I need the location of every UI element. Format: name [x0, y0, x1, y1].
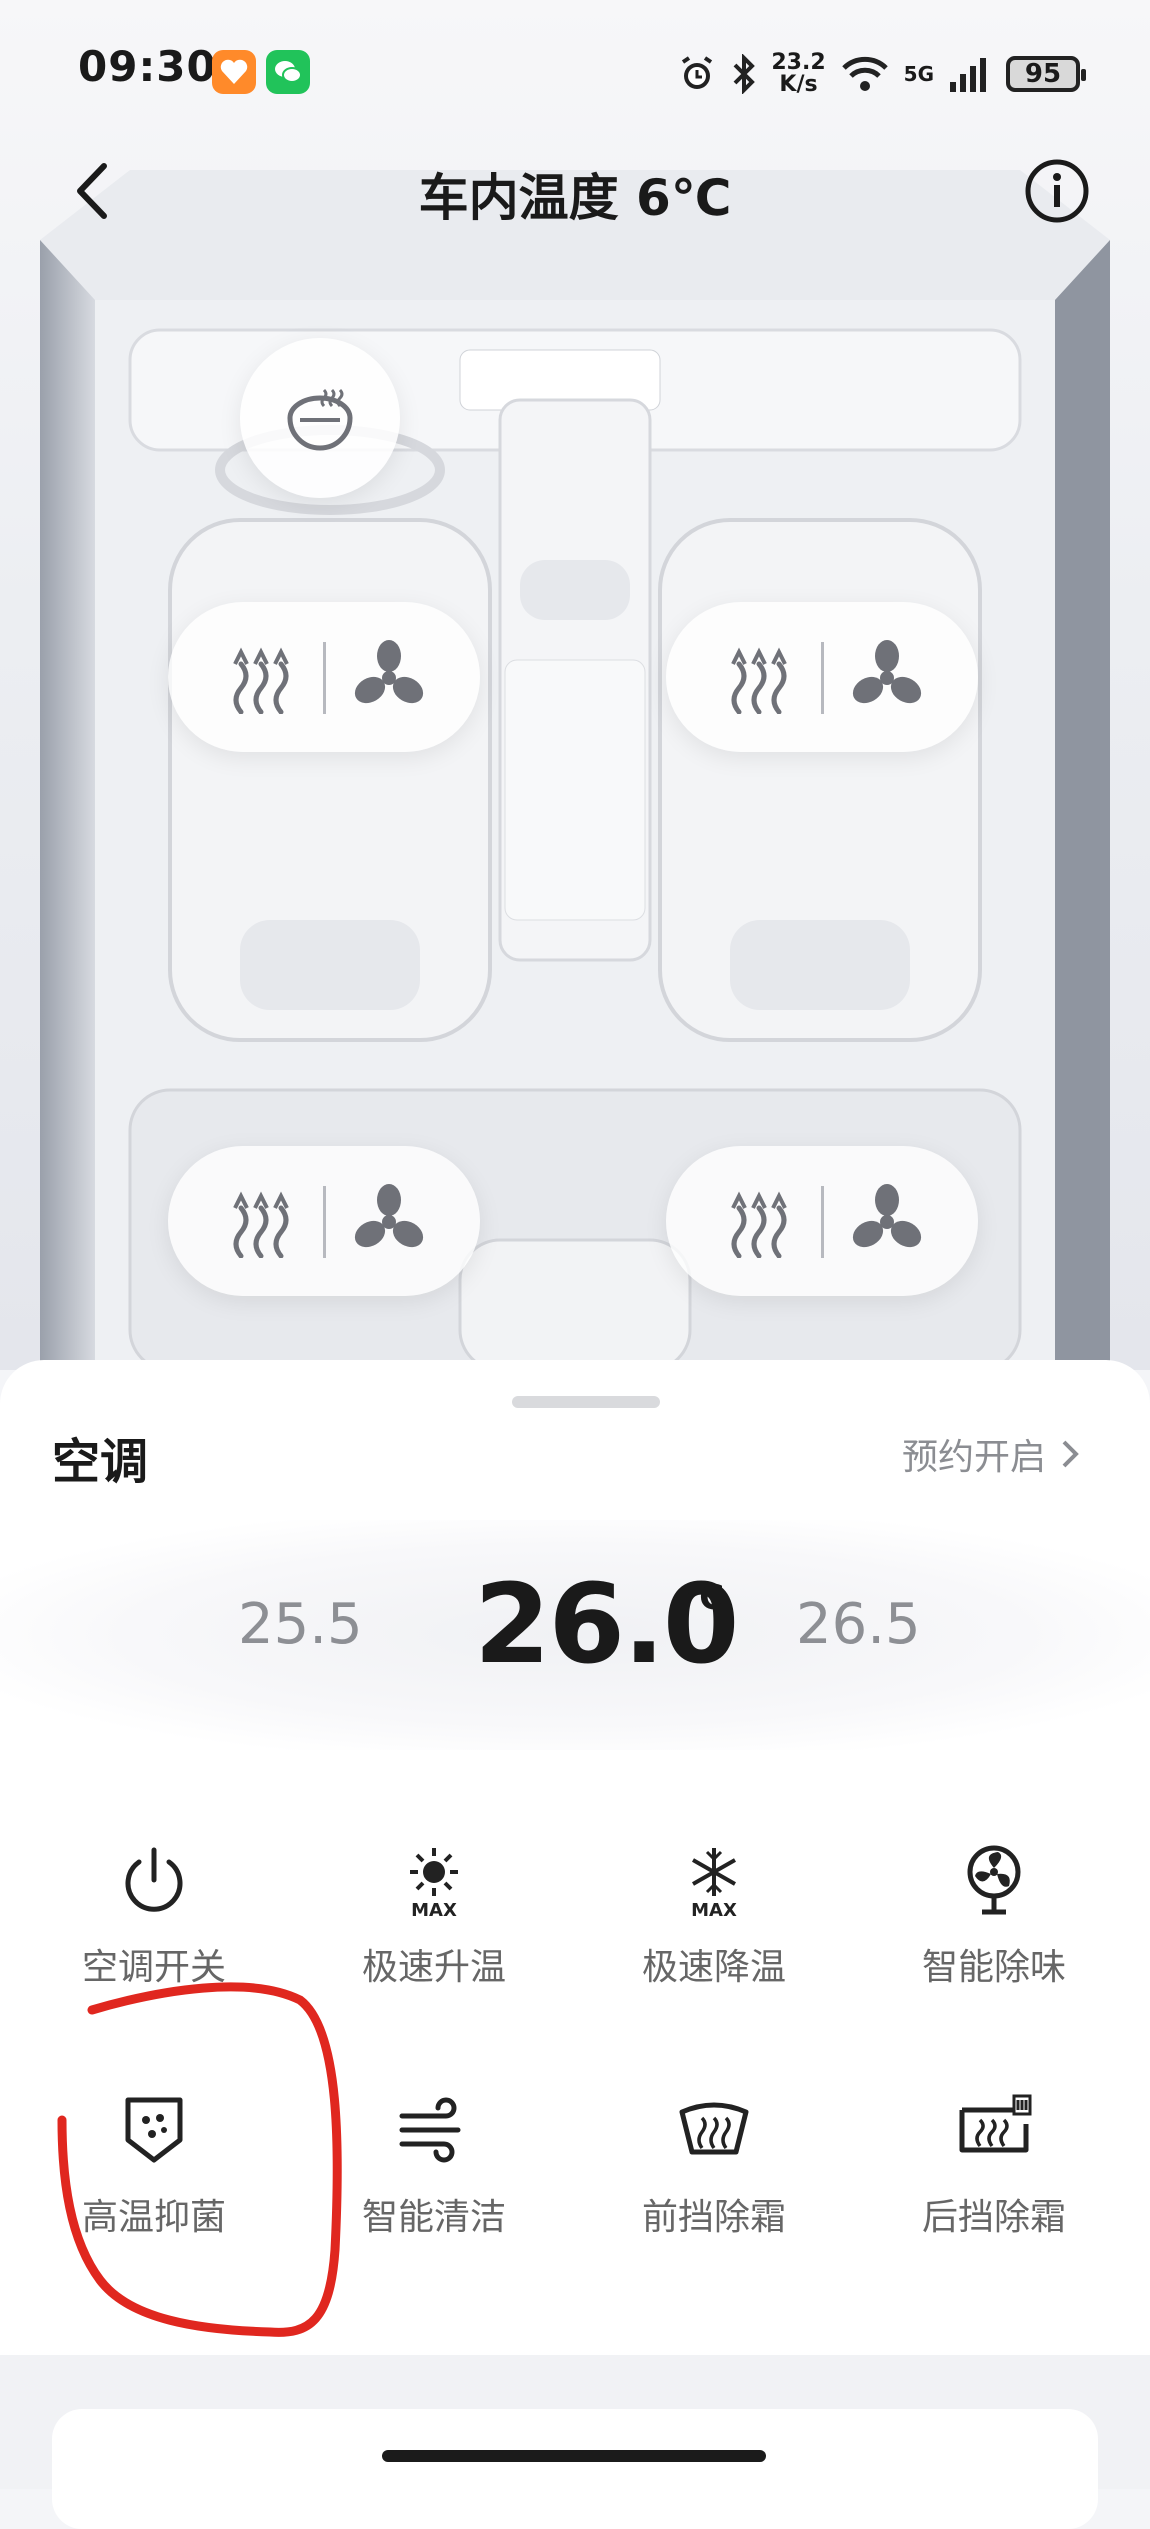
net-speed-value: 23.2 — [771, 50, 826, 75]
divider — [821, 642, 824, 714]
seat-ventilation-icon[interactable] — [849, 1184, 925, 1260]
ac-power-button[interactable]: 空调开关 — [10, 1840, 298, 2040]
rear-right-seat-controls — [666, 1146, 978, 1296]
seat-heat-icon[interactable] — [724, 642, 794, 714]
smart-deodorize-button[interactable]: 智能除味 — [850, 1840, 1138, 2040]
power-icon — [125, 1847, 183, 1912]
divider — [323, 1186, 326, 1258]
page-title: 车内温度 6℃ — [418, 169, 732, 227]
rear-defrost-button[interactable]: 后挡除霜 — [850, 2090, 1138, 2290]
seat-heat-icon[interactable] — [226, 642, 296, 714]
rear-defrost-icon — [959, 2094, 1032, 2153]
net-speed-unit: K/s — [779, 72, 818, 97]
schedule-label: 预约开启 — [901, 1437, 1046, 1478]
control-label: 后挡除霜 — [921, 2197, 1066, 2238]
sun-max-icon: MAX — [410, 1848, 458, 1920]
divider — [323, 642, 326, 714]
front-defrost-button[interactable]: 前挡除霜 — [570, 2090, 858, 2290]
control-label: 高温抑菌 — [81, 2197, 226, 2238]
header: 车内温度 6℃ — [0, 140, 1150, 240]
climate-sheet: 空调 预约开启 25.5 26.0 ℃ 26.5 空调开关 MAX 极速升温 M… — [0, 1360, 1150, 2355]
bluetooth-icon — [733, 54, 756, 94]
net-speed: 23.2 K/s — [771, 52, 825, 96]
control-label: 空调开关 — [81, 1947, 226, 1988]
steering-wheel-heat-button[interactable] — [240, 338, 400, 498]
front-left-seat-controls — [168, 602, 480, 752]
rapid-cool-button[interactable]: MAX 极速降温 — [570, 1840, 858, 2040]
status-time: 09:30 — [78, 42, 217, 91]
sterilize-button[interactable]: 高温抑菌 — [10, 2090, 298, 2290]
control-label: 智能除味 — [921, 1947, 1066, 1988]
snowflake-max-icon: MAX — [691, 1848, 737, 1920]
control-label: 极速升温 — [361, 1947, 506, 1988]
temp-unit: ℃ — [683, 1578, 725, 1618]
schedule-button[interactable]: 预约开启 — [902, 1428, 1080, 1480]
alarm-icon — [682, 56, 713, 89]
home-indicator[interactable] — [382, 2450, 766, 2462]
seat-ventilation-icon[interactable] — [849, 640, 925, 716]
front-defrost-icon — [679, 2102, 749, 2155]
health-app-icon — [212, 50, 256, 94]
shield-dots-icon — [125, 2097, 183, 2163]
steering-heat-icon — [287, 388, 353, 451]
temp-next[interactable]: 26.5 — [796, 1592, 921, 1657]
svg-text:MAX: MAX — [411, 1900, 457, 1920]
front-right-seat-controls — [666, 602, 978, 752]
fan-icon — [967, 1845, 1021, 1915]
chevron-right-icon — [1062, 1440, 1079, 1468]
seat-ventilation-icon[interactable] — [351, 640, 427, 716]
status-bar: 09:30 23.2 K/s 5G 95 — [0, 0, 1150, 150]
control-label: 前挡除霜 — [641, 2197, 786, 2238]
network-type: 5G — [903, 62, 934, 86]
control-label: 智能清洁 — [361, 2197, 506, 2238]
divider — [821, 1186, 824, 1258]
wind-icon — [399, 2097, 461, 2163]
sheet-handle[interactable] — [512, 1396, 660, 1408]
next-section-area — [0, 2355, 1150, 2529]
rear-left-seat-controls — [168, 1146, 480, 1296]
section-title: 空调 — [52, 1434, 149, 1490]
svg-text:MAX: MAX — [691, 1900, 737, 1920]
battery-indicator: 95 — [1006, 56, 1086, 92]
info-icon[interactable] — [1024, 158, 1090, 224]
seat-heat-icon[interactable] — [226, 1186, 296, 1258]
signal-icon — [950, 58, 986, 92]
seat-heat-icon[interactable] — [724, 1186, 794, 1258]
control-label: 极速降温 — [641, 1947, 786, 1988]
rapid-heat-button[interactable]: MAX 极速升温 — [290, 1840, 578, 2040]
wechat-icon — [266, 50, 310, 94]
seat-ventilation-icon[interactable] — [351, 1184, 427, 1260]
wifi-icon — [841, 56, 888, 91]
temp-prev[interactable]: 25.5 — [238, 1592, 363, 1657]
next-section-card — [52, 2409, 1098, 2529]
smart-clean-button[interactable]: 智能清洁 — [290, 2090, 578, 2290]
